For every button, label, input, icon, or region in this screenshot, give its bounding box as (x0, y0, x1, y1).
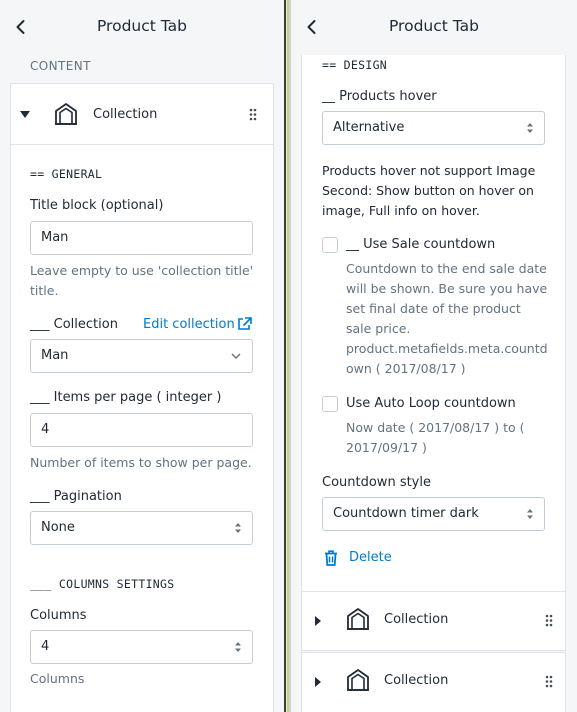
pagination-label: ___ Pagination (30, 489, 122, 504)
pagination-select[interactable]: None (30, 511, 253, 545)
section-label-content: CONTENT (30, 59, 91, 73)
select-arrows-icon (527, 123, 533, 133)
columns-select[interactable]: 4 (30, 630, 253, 664)
hover-note-3: image, Full info on hover. (322, 203, 480, 218)
edit-collection-link[interactable]: Edit collection (143, 317, 235, 332)
pagination-value: None (41, 520, 75, 535)
external-link-icon[interactable] (237, 317, 252, 331)
general-heading: == GENERAL (30, 167, 103, 181)
page-title: Product Tab (388, 17, 480, 35)
select-arrows-icon (235, 523, 241, 533)
drag-handle-icon[interactable] (249, 108, 257, 121)
auto-loop-checkbox[interactable] (322, 396, 338, 412)
items-per-page-value: 4 (41, 422, 50, 437)
auto-loop-label: Use Auto Loop countdown (346, 396, 516, 411)
items-per-page-input[interactable]: 4 (30, 413, 253, 447)
columns-value: 4 (41, 639, 50, 654)
right-panel: Product Tab == DESIGN __ Products hover … (291, 0, 577, 712)
delete-button[interactable]: Delete (324, 549, 414, 569)
items-per-page-label: ___ Items per page ( integer ) (30, 390, 222, 405)
title-block-help-2: title. (30, 283, 59, 298)
left-panel: Product Tab CONTENT Collection == GENERA… (0, 0, 284, 712)
page-title: Product Tab (96, 17, 188, 35)
panel-divider[interactable] (284, 0, 291, 712)
right-header: Product Tab (291, 0, 577, 55)
block-header[interactable]: Collection (11, 84, 273, 145)
auto-loop-help-2: 2017/09/17 ) (346, 440, 427, 455)
chevron-down-icon (231, 353, 241, 359)
columns-help: Columns (30, 671, 85, 686)
title-block-input[interactable]: Man (30, 221, 253, 255)
hover-note-1: Products hover not support Image (322, 163, 536, 178)
sale-countdown-help-6: own ( 2017/08/17 ) (346, 361, 466, 376)
select-arrows-icon (235, 642, 241, 652)
block-row[interactable]: Collection (301, 652, 566, 712)
title-block-help-1: Leave empty to use 'collection title' (30, 263, 254, 278)
title-block-value: Man (41, 230, 69, 245)
design-heading: == DESIGN (322, 58, 388, 72)
sale-countdown-help-5: product.metafields.meta.countd (346, 341, 548, 356)
countdown-style-select[interactable]: Countdown timer dark (322, 497, 545, 531)
collection-select[interactable]: Man (30, 339, 253, 373)
caret-right-icon[interactable] (314, 616, 322, 626)
collection-icon (347, 669, 369, 691)
countdown-style-label: Countdown style (322, 475, 431, 490)
block-row-name: Collection (384, 612, 449, 627)
products-hover-value: Alternative (333, 120, 405, 135)
block-name: Collection (93, 107, 158, 122)
collection-icon (55, 103, 77, 125)
drag-handle-icon[interactable] (545, 614, 553, 627)
products-hover-select[interactable]: Alternative (322, 111, 545, 145)
collection-icon (347, 608, 369, 630)
delete-label: Delete (349, 550, 392, 565)
collection-value: Man (41, 348, 69, 363)
caret-right-icon[interactable] (314, 677, 322, 687)
sale-countdown-label: __ Use Sale countdown (346, 237, 496, 252)
trash-icon (325, 550, 337, 566)
columns-settings-heading: ___ COLUMNS SETTINGS (30, 577, 175, 591)
caret-down-icon[interactable] (20, 111, 30, 119)
drag-handle-icon[interactable] (545, 675, 553, 688)
select-arrows-icon (527, 509, 533, 519)
countdown-style-value: Countdown timer dark (333, 506, 479, 521)
divider-line (284, 0, 286, 712)
sale-countdown-help-3: set final date of the product (346, 301, 521, 316)
sale-countdown-help-2: will be shown. Be sure you have (346, 281, 548, 296)
products-hover-label: __ Products hover (322, 89, 437, 104)
collection-label: ___ Collection (30, 317, 118, 332)
block-row-name: Collection (384, 673, 449, 688)
columns-label: Columns (30, 608, 87, 623)
items-per-page-help: Number of items to show per page. (30, 455, 252, 470)
sale-countdown-help-4: sale price. (346, 321, 411, 336)
block-row[interactable]: Collection (301, 591, 566, 651)
auto-loop-help-1: Now date ( 2017/08/17 ) to ( (346, 420, 525, 435)
title-block-label: Title block (optional) (30, 198, 164, 213)
sale-countdown-checkbox[interactable] (322, 237, 338, 253)
hover-note-2: Second: Show button on hover on (322, 183, 534, 198)
left-header: Product Tab (0, 0, 284, 55)
sale-countdown-help-1: Countdown to the end sale date (346, 261, 547, 276)
